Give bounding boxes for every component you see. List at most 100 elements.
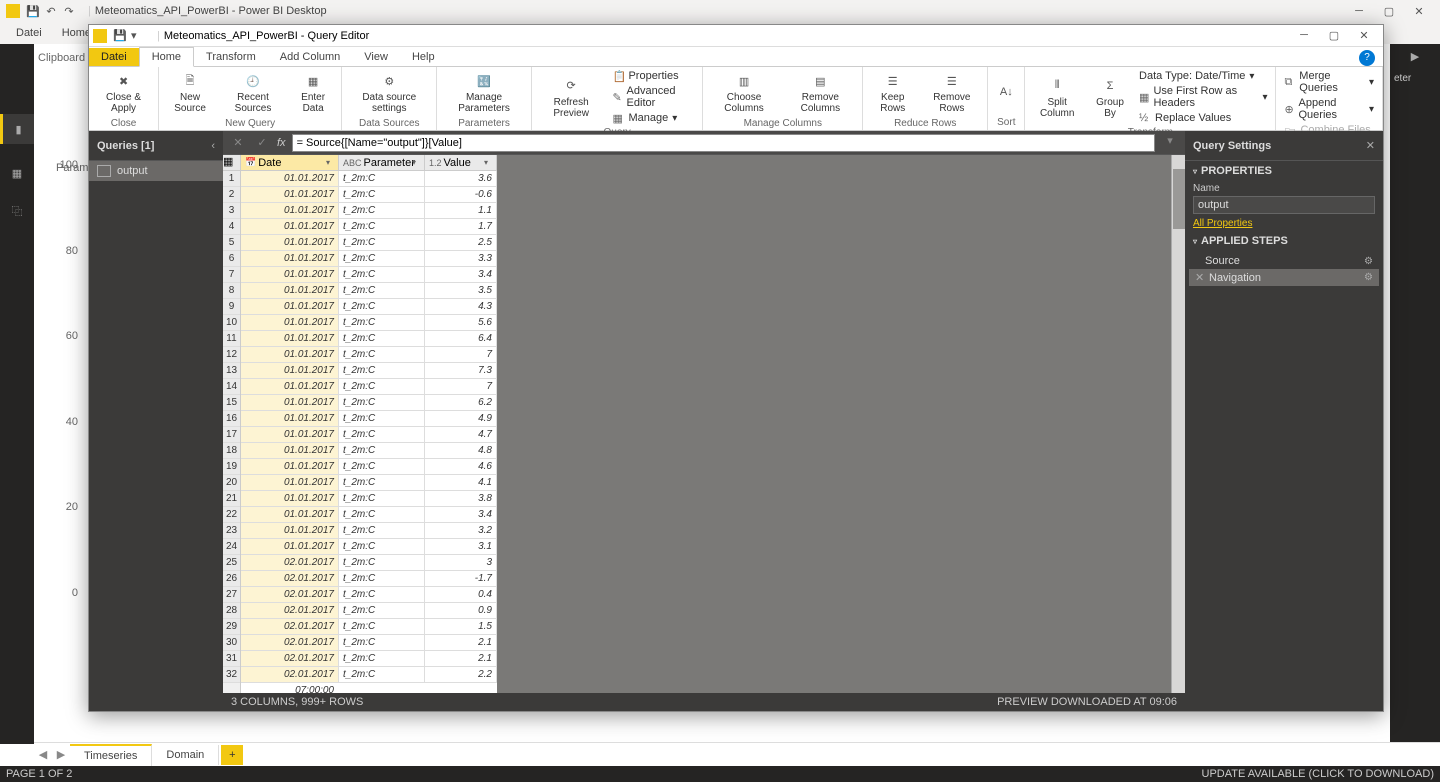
query-name-input[interactable] xyxy=(1193,196,1375,214)
remove-rows-button[interactable]: ☰Remove Rows xyxy=(922,69,981,116)
cell-value[interactable]: 0.4 xyxy=(425,587,497,602)
cell-value[interactable]: 4.9 xyxy=(425,411,497,426)
table-row[interactable]: 01.01.2017 17:00:00t_2m:C4.8 xyxy=(241,443,497,459)
cell-parameter[interactable]: t_2m:C xyxy=(339,171,425,186)
table-row[interactable]: 02.01.2017 06:00:00t_2m:C2.1 xyxy=(241,651,497,667)
properties-section[interactable]: ▿PROPERTIES xyxy=(1185,161,1383,181)
report-view-icon[interactable]: ▮ xyxy=(0,114,34,144)
cell-parameter[interactable]: t_2m:C xyxy=(339,283,425,298)
table-row[interactable]: 02.01.2017 07:00:00t_2m:C2.2 xyxy=(241,667,497,683)
table-row[interactable]: 01.01.2017 10:00:00t_2m:C6.4 xyxy=(241,331,497,347)
cell-date[interactable]: 02.01.2017 02:00:00 xyxy=(241,587,339,602)
minimize-icon[interactable]: ─ xyxy=(1289,29,1319,42)
cell-parameter[interactable]: t_2m:C xyxy=(339,667,425,682)
sheet-domain[interactable]: Domain xyxy=(152,745,219,765)
row-number[interactable]: 4 xyxy=(223,219,240,235)
cell-date[interactable]: 01.01.2017 03:00:00 xyxy=(241,219,339,234)
delete-step-icon[interactable]: ✕ xyxy=(1195,271,1205,284)
cell-value[interactable]: 1.1 xyxy=(425,203,497,218)
cell-date[interactable]: 01.01.2017 05:00:00 xyxy=(241,251,339,266)
cell-value[interactable]: 2.1 xyxy=(425,635,497,650)
collapse-queries-icon[interactable]: ‹ xyxy=(211,140,215,152)
cell-parameter[interactable]: t_2m:C xyxy=(339,219,425,234)
row-number[interactable]: 28 xyxy=(223,603,240,619)
group-by-button[interactable]: ΣGroup By xyxy=(1089,74,1131,121)
cell-parameter[interactable]: t_2m:C xyxy=(339,507,425,522)
cell-date[interactable]: 01.01.2017 18:00:00 xyxy=(241,459,339,474)
filter-dropdown-icon[interactable]: ▾ xyxy=(484,158,494,168)
row-number[interactable]: 24 xyxy=(223,539,240,555)
table-row[interactable]: 01.01.2017 22:00:00t_2m:C3.2 xyxy=(241,523,497,539)
cell-parameter[interactable]: t_2m:C xyxy=(339,571,425,586)
cell-parameter[interactable]: t_2m:C xyxy=(339,187,425,202)
table-row[interactable]: 01.01.2017 08:00:00t_2m:C4.3 xyxy=(241,299,497,315)
help-icon[interactable]: ? xyxy=(1359,50,1375,66)
cell-parameter[interactable]: t_2m:C xyxy=(339,619,425,634)
row-number[interactable]: 2 xyxy=(223,187,240,203)
cell-date[interactable]: 01.01.2017 16:00:00 xyxy=(241,427,339,442)
cell-parameter[interactable]: t_2m:C xyxy=(339,491,425,506)
first-row-headers-button[interactable]: ▦Use First Row as Headers ▾ xyxy=(1137,84,1269,110)
cell-date[interactable]: 02.01.2017 04:00:00 xyxy=(241,619,339,634)
cell-parameter[interactable]: t_2m:C xyxy=(339,395,425,410)
row-number[interactable]: 29 xyxy=(223,619,240,635)
maximize-icon[interactable]: ▢ xyxy=(1374,5,1404,18)
advanced-editor-button[interactable]: ✎Advanced Editor xyxy=(610,84,696,110)
cell-parameter[interactable]: t_2m:C xyxy=(339,315,425,330)
cell-date[interactable]: 01.01.2017 09:00:00 xyxy=(241,315,339,330)
cell-date[interactable]: 01.01.2017 06:00:00 xyxy=(241,267,339,282)
refresh-preview-button[interactable]: ⟳Refresh Preview xyxy=(538,74,605,121)
cell-parameter[interactable]: t_2m:C xyxy=(339,539,425,554)
cell-date[interactable]: 02.01.2017 05:00:00 xyxy=(241,635,339,650)
row-number[interactable]: 26 xyxy=(223,571,240,587)
row-number[interactable]: 14 xyxy=(223,379,240,395)
table-row[interactable]: 01.01.2017 09:00:00t_2m:C5.6 xyxy=(241,315,497,331)
row-number[interactable]: 12 xyxy=(223,347,240,363)
table-corner-icon[interactable]: ▦ xyxy=(223,155,240,171)
row-number[interactable]: 5 xyxy=(223,235,240,251)
cell-date[interactable]: 01.01.2017 02:00:00 xyxy=(241,203,339,218)
row-number[interactable]: 22 xyxy=(223,507,240,523)
cell-date[interactable]: 01.01.2017 20:00:00 xyxy=(241,491,339,506)
row-number[interactable]: 19 xyxy=(223,459,240,475)
cell-date[interactable]: 01.01.2017 23:00:00 xyxy=(241,539,339,554)
save-icon[interactable]: 💾 xyxy=(113,29,127,43)
query-item-output[interactable]: output xyxy=(89,161,223,181)
row-number[interactable]: 11 xyxy=(223,331,240,347)
cell-value[interactable]: 1.5 xyxy=(425,619,497,634)
cell-date[interactable]: 01.01.2017 00:00:00 xyxy=(241,171,339,186)
cell-value[interactable]: 3 xyxy=(425,555,497,570)
cell-parameter[interactable]: t_2m:C xyxy=(339,475,425,490)
cell-value[interactable]: 2.5 xyxy=(425,235,497,250)
gear-icon[interactable]: ⚙ xyxy=(1364,256,1373,267)
row-number[interactable]: 6 xyxy=(223,251,240,267)
table-row[interactable]: 02.01.2017 05:00:00t_2m:C2.1 xyxy=(241,635,497,651)
filter-dropdown-icon[interactable]: ▾ xyxy=(412,158,422,168)
row-number[interactable]: 30 xyxy=(223,635,240,651)
row-number[interactable]: 27 xyxy=(223,587,240,603)
cell-value[interactable]: 7 xyxy=(425,379,497,394)
table-row[interactable]: 01.01.2017 00:00:00t_2m:C3.6 xyxy=(241,171,497,187)
col-date-header[interactable]: 📅Date▾ xyxy=(241,155,339,170)
cell-value[interactable]: 5.6 xyxy=(425,315,497,330)
cell-value[interactable]: 4.3 xyxy=(425,299,497,314)
table-row[interactable]: 01.01.2017 23:00:00t_2m:C3.1 xyxy=(241,539,497,555)
remove-columns-button[interactable]: ▤Remove Columns xyxy=(785,69,857,116)
qat-dropdown-icon[interactable]: ▾ xyxy=(131,29,145,43)
cell-parameter[interactable]: t_2m:C xyxy=(339,251,425,266)
row-number[interactable]: 21 xyxy=(223,491,240,507)
table-row[interactable]: 01.01.2017 14:00:00t_2m:C6.2 xyxy=(241,395,497,411)
cell-parameter[interactable]: t_2m:C xyxy=(339,427,425,442)
new-source-button[interactable]: 🗎New Source xyxy=(165,69,215,116)
table-row[interactable]: 01.01.2017 04:00:00t_2m:C2.5 xyxy=(241,235,497,251)
cell-value[interactable]: 3.2 xyxy=(425,523,497,538)
row-number[interactable]: 8 xyxy=(223,283,240,299)
cell-parameter[interactable]: t_2m:C xyxy=(339,331,425,346)
close-apply-button[interactable]: ✖Close & Apply xyxy=(95,69,152,116)
update-available[interactable]: UPDATE AVAILABLE (CLICK TO DOWNLOAD) xyxy=(1202,768,1434,780)
cell-date[interactable]: 01.01.2017 13:00:00 xyxy=(241,379,339,394)
table-row[interactable]: 01.01.2017 13:00:00t_2m:C7 xyxy=(241,379,497,395)
cell-parameter[interactable]: t_2m:C xyxy=(339,651,425,666)
sort-asc-button[interactable]: A↓ xyxy=(994,80,1018,105)
redo-icon[interactable]: ↷ xyxy=(62,4,76,18)
